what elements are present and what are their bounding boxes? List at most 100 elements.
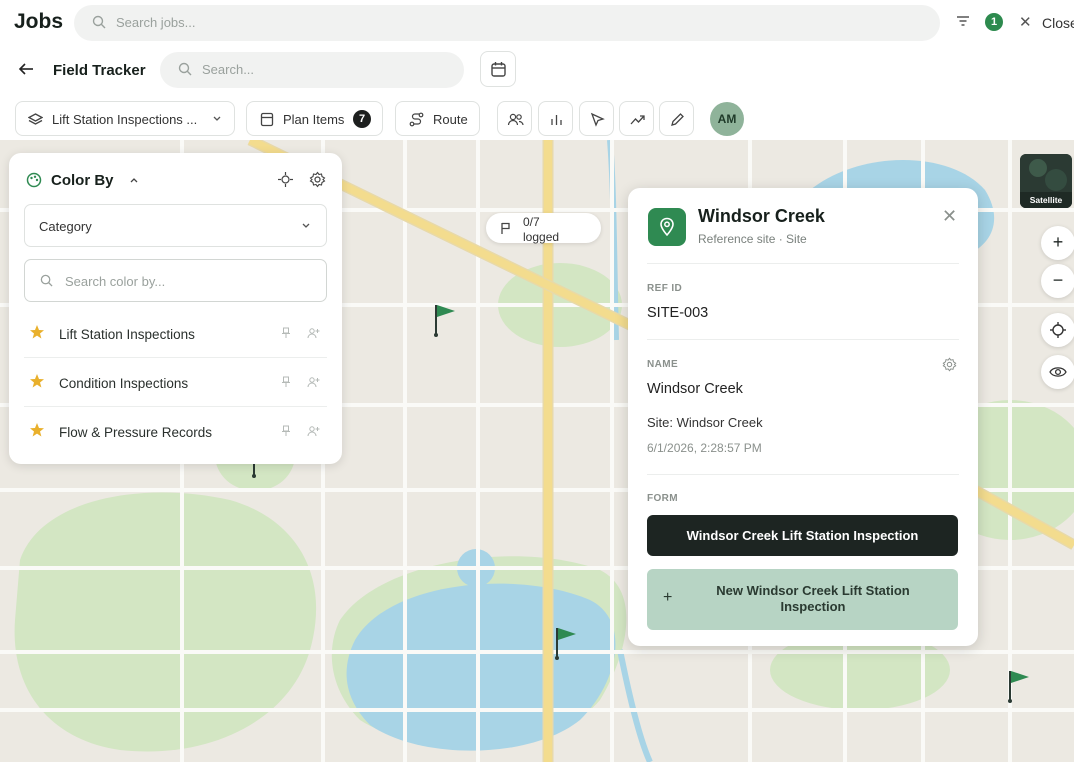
clipboard-icon <box>260 112 274 127</box>
name-value: Windsor Creek <box>647 381 743 397</box>
plus-icon: + <box>663 589 673 606</box>
open-form-button[interactable]: Windsor Creek Lift Station Inspection <box>647 515 958 556</box>
page-title: Field Tracker <box>53 62 146 79</box>
gear-icon[interactable] <box>942 357 957 372</box>
search-icon <box>40 274 53 287</box>
site-detail-card: Windsor Creek Reference site · Site ✕ RE… <box>628 188 978 646</box>
form-caption: FORM <box>647 493 679 504</box>
team-button[interactable] <box>497 101 532 136</box>
locate-button[interactable] <box>1041 313 1074 347</box>
map-pin-icon <box>660 217 674 237</box>
route-button[interactable]: Route <box>395 101 480 136</box>
filter-count-badge: 1 <box>985 13 1003 31</box>
plan-items-label: Plan Items <box>283 112 345 127</box>
field-tracker-bar: Field Tracker Search... <box>0 46 1074 96</box>
gear-icon[interactable] <box>309 171 326 188</box>
field-tracker-search-placeholder: Search... <box>202 62 255 77</box>
cursor-icon <box>590 112 605 127</box>
logged-count: 0/7 <box>523 215 540 229</box>
chevron-down-icon <box>302 223 310 228</box>
site-line: Site: Windsor Creek <box>647 415 763 430</box>
layers-icon <box>28 113 43 125</box>
chevron-down-icon <box>213 116 221 121</box>
ref-id-caption: REF ID <box>647 283 683 294</box>
color-by-selected-value: Category <box>39 219 92 234</box>
close-icon[interactable]: ✕ <box>942 206 957 227</box>
field-tracker-search-input[interactable]: Search... <box>160 52 464 88</box>
star-icon <box>30 374 44 388</box>
plan-items-count-badge: 7 <box>353 110 371 128</box>
new-form-button[interactable]: + New Windsor Creek Lift Station Inspect… <box>647 569 958 630</box>
trend-tool-button[interactable] <box>619 101 654 136</box>
color-by-item-label: Lift Station Inspections <box>59 327 195 342</box>
color-by-item-label: Condition Inspections <box>59 376 189 391</box>
users-icon <box>507 113 524 126</box>
calendar-icon <box>491 62 506 77</box>
color-by-select[interactable]: Category <box>24 204 327 247</box>
star-icon <box>30 423 44 437</box>
name-caption: NAME <box>647 359 679 370</box>
color-by-item[interactable]: Condition Inspections <box>24 359 327 407</box>
back-arrow-icon[interactable] <box>17 61 35 77</box>
satellite-toggle-button[interactable]: Satellite <box>1020 154 1072 208</box>
color-by-item-label: Flow & Pressure Records <box>59 425 213 440</box>
flag-icon <box>501 222 510 234</box>
pin-icon[interactable] <box>281 376 291 388</box>
chevron-up-icon[interactable] <box>129 176 139 184</box>
palette-icon <box>26 172 42 188</box>
star-icon <box>30 325 44 339</box>
map-toolbar: Lift Station Inspections ... Plan Items … <box>0 96 1074 140</box>
calendar-button[interactable] <box>480 51 516 87</box>
plan-items-button[interactable]: Plan Items 7 <box>246 101 383 136</box>
ref-id-value: SITE-003 <box>647 305 709 321</box>
divider <box>647 474 959 475</box>
site-title: Windsor Creek <box>698 206 825 226</box>
eye-icon <box>1049 367 1067 377</box>
search-icon <box>178 62 192 76</box>
zoom-in-button[interactable]: + <box>1041 226 1074 260</box>
pencil-icon <box>671 113 684 126</box>
route-icon <box>409 112 424 127</box>
select-tool-button[interactable] <box>579 101 614 136</box>
pin-icon[interactable] <box>281 425 291 437</box>
divider <box>647 339 959 340</box>
trending-icon <box>630 115 645 125</box>
color-by-title: Color By <box>51 172 114 189</box>
pin-icon[interactable] <box>281 327 291 339</box>
user-assign-icon[interactable] <box>307 425 320 437</box>
site-subtitle: Reference site · Site <box>698 232 807 246</box>
crosshair-icon <box>1050 322 1066 338</box>
logged-progress-chip: 0/7 logged <box>486 213 601 244</box>
user-assign-icon[interactable] <box>307 376 320 388</box>
color-by-search-placeholder: Search color by... <box>65 274 166 289</box>
user-avatar[interactable]: AM <box>710 102 744 136</box>
color-by-search-input[interactable]: Search color by... <box>24 259 327 302</box>
satellite-label: Satellite <box>1029 195 1063 205</box>
close-icon[interactable]: ✕ <box>1019 13 1032 31</box>
color-by-item[interactable]: Lift Station Inspections <box>24 310 327 358</box>
layer-select-label: Lift Station Inspections ... <box>52 112 198 127</box>
jobs-search-placeholder: Search jobs... <box>116 15 196 30</box>
top-bar: Jobs Search jobs... 1 ✕ Close <box>0 0 1074 46</box>
crosshair-icon[interactable] <box>277 171 294 188</box>
route-label: Route <box>433 112 468 127</box>
search-icon <box>92 15 106 29</box>
color-by-item[interactable]: Flow & Pressure Records <box>24 408 327 456</box>
timestamp: 6/1/2026, 2:28:57 PM <box>647 441 762 455</box>
jobs-search-input[interactable]: Search jobs... <box>74 5 940 41</box>
layer-select[interactable]: Lift Station Inspections ... <box>15 101 235 136</box>
draw-tool-button[interactable] <box>659 101 694 136</box>
filter-icon[interactable] <box>955 14 971 28</box>
visibility-button[interactable] <box>1041 355 1074 389</box>
close-button[interactable]: Close <box>1042 15 1074 31</box>
stats-button[interactable] <box>538 101 573 136</box>
site-badge <box>648 208 686 246</box>
color-by-panel: Color By Category Search color by... Lif… <box>9 153 342 464</box>
new-form-button-label: New Windsor Creek Lift Station Inspectio… <box>716 583 910 614</box>
app-title: Jobs <box>14 10 64 33</box>
bar-chart-icon <box>551 115 562 125</box>
zoom-out-button[interactable]: − <box>1041 264 1074 298</box>
divider <box>647 263 959 264</box>
user-assign-icon[interactable] <box>307 327 320 339</box>
logged-label: logged <box>523 230 560 244</box>
